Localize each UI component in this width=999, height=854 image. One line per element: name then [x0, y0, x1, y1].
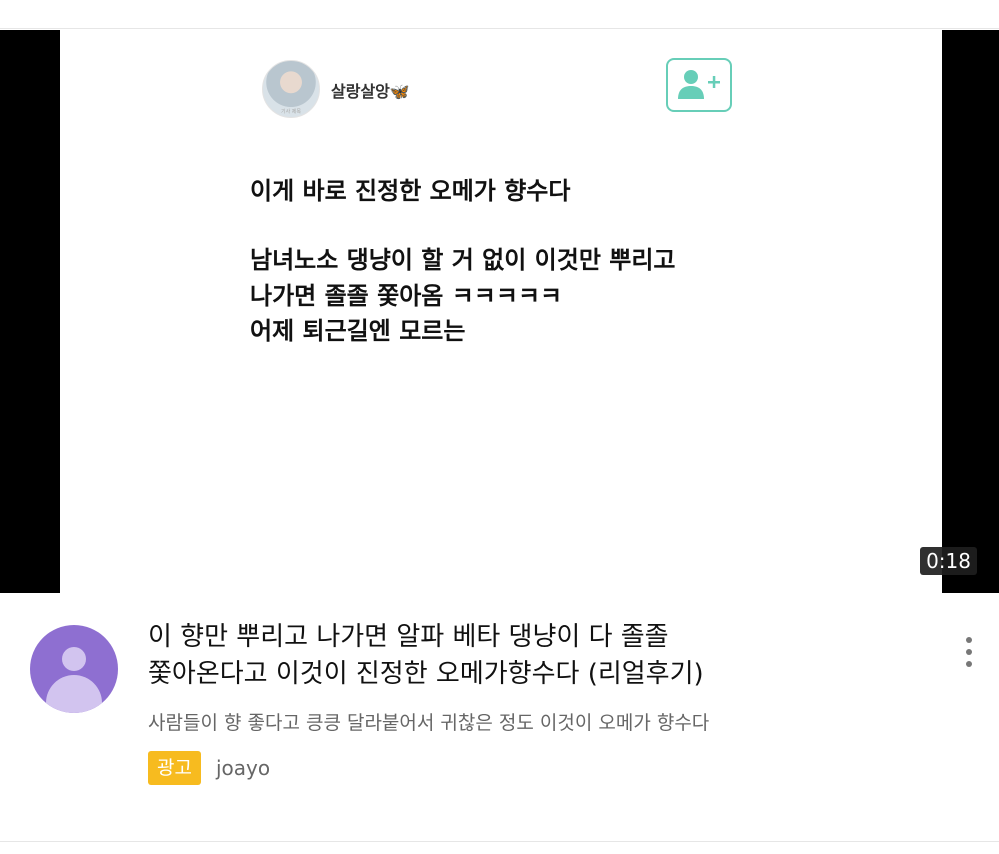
- video-metadata: 이 향만 뿌리고 나가면 알파 베타 댕냥이 다 졸졸 쫓아온다고 이것이 진정…: [0, 593, 999, 843]
- video-title[interactable]: 이 향만 뿌리고 나가면 알파 베타 댕냥이 다 졸졸 쫓아온다고 이것이 진정…: [148, 619, 908, 693]
- add-user-icon: [678, 70, 720, 99]
- duration-badge: 0:18: [920, 547, 977, 575]
- post-line: 어제 퇴근길엔 모르는: [250, 317, 466, 345]
- person-icon-body: [46, 675, 102, 713]
- person-icon: [62, 647, 86, 671]
- video-title-line: 이 향만 뿌리고 나가면 알파 베타 댕냥이 다 졸졸: [148, 622, 669, 652]
- post-line: 나가면 졸졸 쫓아옴 ㅋㅋㅋㅋㅋ: [250, 282, 563, 310]
- advertiser-name[interactable]: joayo: [216, 756, 270, 780]
- bottom-divider: [0, 841, 999, 842]
- video-player[interactable]: 기사 제목 살랑살앙🦋 이게 바로 진정한 오메가 향수다 남녀노소 댕냥이 할…: [0, 30, 999, 593]
- post-line: 이게 바로 진정한 오메가 향수다: [250, 177, 571, 205]
- ad-badge: 광고: [148, 751, 201, 785]
- profile-name: 살랑살앙🦋: [331, 82, 410, 101]
- post-line: 남녀노소 댕냥이 할 거 없이 이것만 뿌리고: [250, 246, 676, 274]
- video-description: 사람들이 향 좋다고 킁킁 달라붙어서 귀찮은 정도 이것이 오메가 향수다: [148, 712, 710, 734]
- video-frame: 기사 제목 살랑살앙🦋 이게 바로 진정한 오메가 향수다 남녀노소 댕냥이 할…: [60, 30, 942, 593]
- ad-row: 광고 joayo: [148, 751, 270, 785]
- more-vert-icon[interactable]: [960, 637, 978, 671]
- profile-caption: 기사 제목: [281, 109, 301, 115]
- follow-button[interactable]: [666, 58, 732, 112]
- video-title-line: 쫓아온다고 이것이 진정한 오메가향수다 (리얼후기): [148, 659, 704, 689]
- channel-avatar[interactable]: [30, 625, 118, 713]
- top-divider: [0, 28, 999, 29]
